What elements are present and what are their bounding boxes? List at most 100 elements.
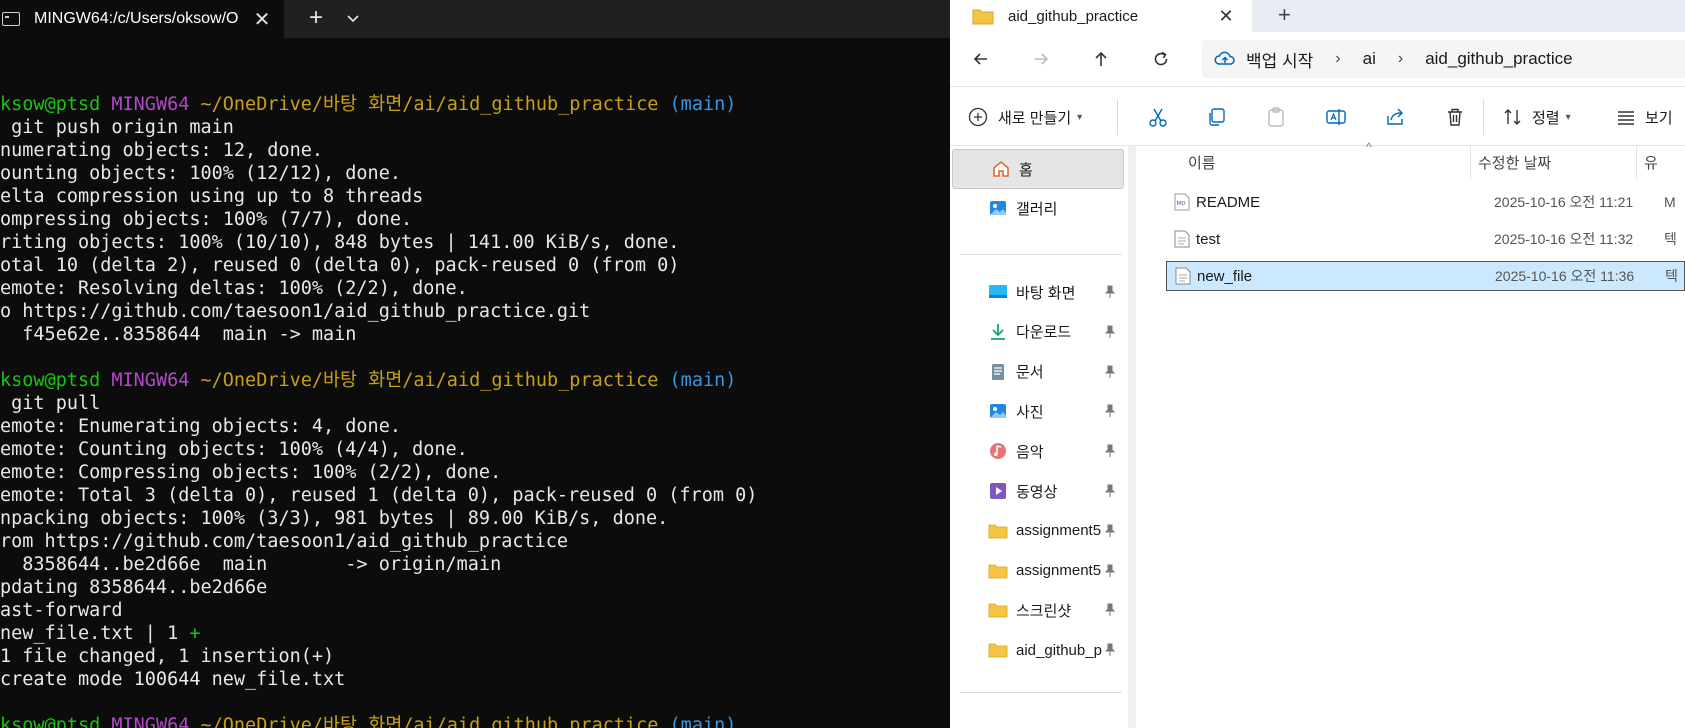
explorer-new-tab-button[interactable]: + <box>1278 2 1291 28</box>
file-modified-date: 2025-10-16 오전 11:32 <box>1494 231 1634 247</box>
sidebar-item[interactable]: assignment5 <box>950 551 1122 591</box>
text-file-icon <box>1174 230 1190 248</box>
rename-icon[interactable] <box>1322 103 1350 131</box>
terminal-tab-title: MINGW64:/c/Users/oksow/On <box>34 10 238 27</box>
terminal-icon <box>2 12 20 26</box>
paste-icon[interactable] <box>1262 103 1290 131</box>
terminal-tab-close-button[interactable]: ✕ <box>250 7 274 32</box>
gallery-icon <box>988 198 1008 218</box>
terminal-text: rom https://github.com/taesoon1/aid_gith… <box>0 531 569 552</box>
terminal-text: npacking objects: 100% (3/3), 981 bytes … <box>0 508 669 529</box>
file-modified-date: 2025-10-16 오전 11:21 <box>1494 194 1634 210</box>
pin-icon[interactable] <box>1104 365 1116 379</box>
column-header-name[interactable]: 이름 ^ <box>1188 140 1372 178</box>
terminal-text: riting objects: 100% (10/10), 848 bytes … <box>0 232 680 253</box>
cut-icon[interactable] <box>1144 103 1172 131</box>
pin-icon[interactable] <box>1104 524 1116 538</box>
file-type: 텍 <box>1665 268 1678 284</box>
address-bar[interactable]: 백업 시작 › ai › aid_github_practice <box>1202 40 1685 78</box>
sidebar-item[interactable]: 다운로드 <box>950 312 1122 352</box>
breadcrumb-item[interactable]: ai <box>1363 49 1376 69</box>
sidebar-item[interactable]: 음악 <box>950 431 1122 471</box>
pin-icon[interactable] <box>1104 285 1116 299</box>
terminal-line: emote: Resolving deltas: 100% (2/2), don… <box>0 277 950 300</box>
terminal-text: ksow@ptsd <box>0 370 112 391</box>
explorer-tab-close-button[interactable]: ✕ <box>1216 6 1236 27</box>
delete-icon[interactable] <box>1441 103 1469 131</box>
terminal-line: pdating 8358644..be2d66e <box>0 576 950 599</box>
pin-icon[interactable] <box>1104 325 1116 339</box>
sidebar-item-label: 음악 <box>1016 443 1044 461</box>
terminal-line: emote: Enumerating objects: 4, done. <box>0 415 950 438</box>
terminal-window[interactable]: MINGW64:/c/Users/oksow/On ✕ + ksow@ptsd … <box>0 0 950 728</box>
sidebar-item-label: 다운로드 <box>1016 324 1072 342</box>
terminal-line: emote: Total 3 (delta 0), reused 1 (delt… <box>0 484 950 507</box>
sidebar-item[interactable]: 문서 <box>950 352 1122 392</box>
breadcrumb-item[interactable]: aid_github_practice <box>1425 49 1572 69</box>
sidebar-item[interactable]: assignment5 <box>950 511 1122 551</box>
explorer-nav-bar: 백업 시작 › ai › aid_github_practice <box>950 32 1685 86</box>
back-arrow-icon[interactable] <box>966 44 996 74</box>
sidebar-divider <box>960 254 1122 255</box>
desktop-icon <box>988 282 1008 302</box>
plus-circle-icon <box>968 107 988 127</box>
terminal-line: rom https://github.com/taesoon1/aid_gith… <box>0 530 950 553</box>
sidebar-item-label: aid_github_p <box>1016 641 1102 659</box>
sidebar-item[interactable]: 동영상 <box>950 471 1122 511</box>
chevron-down-icon[interactable] <box>340 6 366 32</box>
sidebar-item[interactable]: aid_github_p <box>950 630 1122 670</box>
view-button[interactable]: 보기 <box>1615 102 1673 132</box>
new-button[interactable]: 새로 만들기 ▾ <box>968 102 1082 132</box>
toolbar-divider <box>1483 99 1484 135</box>
column-header-type[interactable]: 유 <box>1644 146 1658 178</box>
svg-text:MD: MD <box>1177 201 1186 207</box>
sidebar-item[interactable]: 스크린샷 <box>950 590 1122 630</box>
videos-icon <box>988 481 1008 501</box>
terminal-text: f45e62e..8358644 main -> main <box>0 324 357 345</box>
sidebar-item[interactable]: 사진 <box>950 391 1122 431</box>
file-row[interactable]: test 2025-10-16 오전 11:32 텍 <box>1166 224 1685 254</box>
pin-icon[interactable] <box>1104 564 1116 578</box>
terminal-text: git pull <box>0 393 101 414</box>
terminal-line: 1 file changed, 1 insertion(+) <box>0 645 950 668</box>
share-icon[interactable] <box>1382 103 1410 131</box>
terminal-text: 1 file changed, 1 insertion(+) <box>0 646 335 667</box>
terminal-line: git pull <box>0 392 950 415</box>
terminal-line: ksow@ptsd MINGW64 ~/OneDrive/바탕 화면/ai/ai… <box>0 93 950 116</box>
pin-icon[interactable] <box>1104 603 1116 617</box>
column-divider[interactable] <box>1636 146 1637 180</box>
explorer-tab[interactable]: aid_github_practice ✕ <box>950 0 1252 32</box>
terminal-text: emote: Enumerating objects: 4, done. <box>0 416 401 437</box>
pin-icon[interactable] <box>1104 444 1116 458</box>
terminal-new-tab-button[interactable]: + <box>302 6 330 32</box>
breadcrumb-item[interactable]: 백업 시작 <box>1246 47 1313 72</box>
chevron-down-icon: ▾ <box>1077 111 1083 123</box>
file-row[interactable]: MD README 2025-10-16 오전 11:21 M <box>1166 187 1685 217</box>
up-arrow-icon[interactable] <box>1086 44 1116 74</box>
terminal-line: new_file.txt | 1 + <box>0 622 950 645</box>
sidebar-item[interactable]: 바탕 화면 <box>950 272 1122 312</box>
column-header-modified[interactable]: 수정한 날짜 <box>1478 146 1551 178</box>
refresh-icon[interactable] <box>1146 44 1176 74</box>
pin-icon[interactable] <box>1104 484 1116 498</box>
forward-arrow-icon[interactable] <box>1026 44 1056 74</box>
pin-icon[interactable] <box>1104 404 1116 418</box>
terminal-text: ast-forward <box>0 600 123 621</box>
terminal-text: pdating 8358644..be2d66e <box>0 577 268 598</box>
terminal-text: (main) <box>669 715 737 728</box>
column-header-type-label: 유 <box>1644 154 1658 172</box>
file-row[interactable]: new_file 2025-10-16 오전 11:36 텍 <box>1166 261 1685 291</box>
music-icon <box>988 441 1008 461</box>
copy-icon[interactable] <box>1202 103 1230 131</box>
terminal-output[interactable]: ksow@ptsd MINGW64 ~/OneDrive/바탕 화면/ai/ai… <box>0 70 950 728</box>
sidebar-item[interactable]: 갤러리 <box>950 188 1122 228</box>
terminal-text: numerating objects: 12, done. <box>0 140 324 161</box>
column-divider[interactable] <box>1470 146 1471 180</box>
sort-button[interactable]: 정렬 ▾ <box>1502 102 1571 132</box>
sidebar-item[interactable]: 홈 <box>952 149 1124 189</box>
terminal-tab[interactable]: MINGW64:/c/Users/oksow/On ✕ <box>0 0 284 38</box>
sort-caret-icon: ^ <box>1366 140 1372 154</box>
sidebar-scrollbar[interactable] <box>1128 146 1136 728</box>
pin-icon[interactable] <box>1104 643 1116 657</box>
